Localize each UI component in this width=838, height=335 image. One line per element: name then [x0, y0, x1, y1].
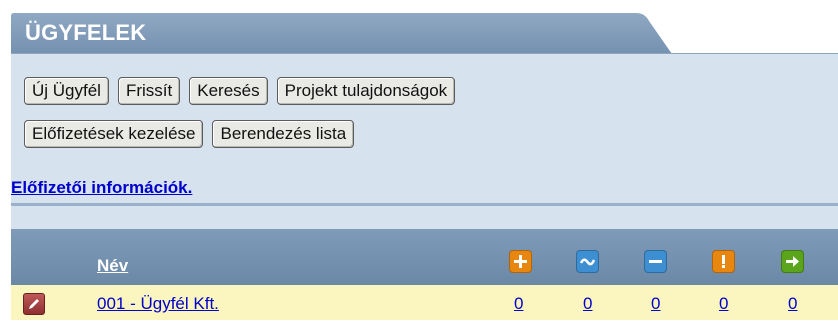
toolbar-row-2: Előfizetések kezelése Berendezés lista	[24, 120, 355, 148]
project-properties-button[interactable]: Projekt tulajdonságok	[276, 77, 456, 105]
edit-pencil-icon[interactable]	[23, 293, 45, 315]
equipment-list-button[interactable]: Berendezés lista	[212, 120, 355, 148]
search-button[interactable]: Keresés	[189, 77, 268, 105]
arrow-right-icon[interactable]	[781, 250, 804, 273]
subscriber-info-link[interactable]: Előfizetői információk.	[11, 178, 192, 198]
count-link[interactable]: 0	[514, 294, 523, 314]
minus-icon[interactable]	[644, 250, 667, 273]
manage-subscriptions-button[interactable]: Előfizetések kezelése	[24, 120, 204, 148]
count-link[interactable]: 0	[651, 294, 660, 314]
table-row: 001 - Ügyfél Kft. 0 0 0 0 0	[11, 285, 838, 320]
toolbar-panel: Új Ügyfél Frissít Keresés Projekt tulajd…	[11, 54, 838, 229]
toolbar-row-1: Új Ügyfél Frissít Keresés Projekt tulajd…	[24, 77, 456, 105]
count-link[interactable]: 0	[788, 294, 797, 314]
count-link[interactable]: 0	[583, 294, 592, 314]
new-client-button[interactable]: Új Ügyfél	[24, 77, 109, 105]
wave-icon[interactable]	[576, 250, 599, 273]
client-name-link[interactable]: 001 - Ügyfél Kft.	[97, 294, 219, 314]
name-column-header[interactable]: Név	[97, 256, 128, 276]
refresh-button[interactable]: Frissít	[117, 77, 181, 105]
table-header: Név	[11, 229, 838, 285]
section-tab: ÜGYFELEK	[11, 13, 672, 54]
plus-icon[interactable]	[509, 250, 532, 273]
page-title: ÜGYFELEK	[25, 20, 147, 45]
exclamation-icon[interactable]	[712, 250, 735, 273]
info-divider	[11, 203, 838, 229]
count-link[interactable]: 0	[719, 294, 728, 314]
